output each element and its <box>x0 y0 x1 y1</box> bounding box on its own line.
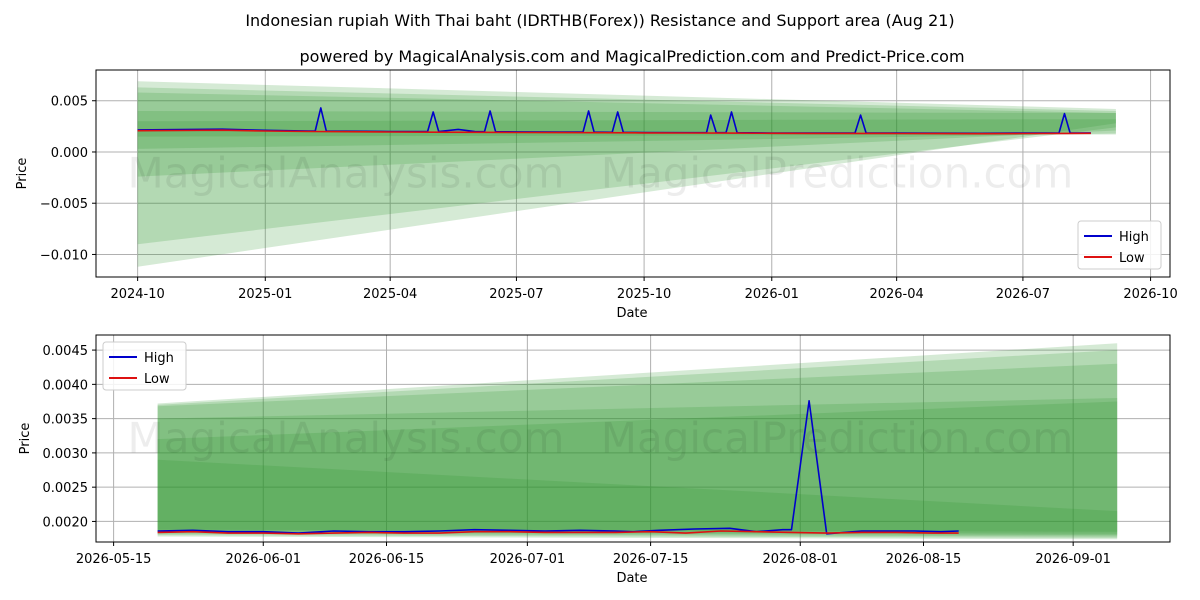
x-tick-label: 2026-08-15 <box>886 552 962 567</box>
figure: Indonesian rupiah With Thai baht (IDRTHB… <box>15 11 1178 586</box>
x-tick-label: 2026-01 <box>745 287 799 302</box>
watermark-right: MagicalPrediction.com <box>601 149 1074 198</box>
watermark-right: MagicalPrediction.com <box>601 414 1074 463</box>
x-tick-label: 2026-06-01 <box>225 552 301 567</box>
x-axis-label: Date <box>616 571 647 586</box>
legend: High Low <box>102 341 187 391</box>
watermark-left: MagicalAnalysis.com <box>128 414 565 463</box>
x-tick-label: 2026-07 <box>996 287 1050 302</box>
upper-chart-panel: MagicalAnalysis.com MagicalPrediction.com… <box>15 69 1178 321</box>
x-tick-label: 2026-07-01 <box>490 552 566 567</box>
y-axis-label: Price <box>15 158 30 190</box>
x-tick-label: 2025-01 <box>238 287 292 302</box>
x-axis-label: Date <box>616 306 647 321</box>
y-tick-label: 0.0020 <box>43 515 89 530</box>
x-tick-label: 2026-09-01 <box>1035 552 1111 567</box>
x-tick-label: 2026-08-01 <box>762 552 838 567</box>
y-tick-label: 0.000 <box>51 146 88 161</box>
y-axis-label: Price <box>18 423 33 455</box>
y-tick-label: 0.0035 <box>43 413 89 428</box>
y-tick-label: 0.0045 <box>43 344 89 359</box>
y-tick-label: 0.0025 <box>43 481 89 496</box>
x-tick-label: 2026-06-15 <box>349 552 425 567</box>
chart-title: Indonesian rupiah With Thai baht (IDRTHB… <box>245 11 954 30</box>
legend: High Low <box>1077 220 1162 270</box>
x-tick-label: 2025-07 <box>489 287 543 302</box>
y-tick-label: −0.010 <box>40 248 88 263</box>
y-tick-label: 0.0040 <box>43 378 89 393</box>
legend-label-high: High <box>144 351 174 366</box>
x-tick-label: 2026-04 <box>869 287 923 302</box>
y-tick-label: −0.005 <box>40 197 88 212</box>
x-tick-label: 2025-10 <box>617 287 671 302</box>
x-tick-label: 2026-05-15 <box>76 552 152 567</box>
legend-label-high: High <box>1119 230 1149 245</box>
x-tick-label: 2026-10 <box>1123 287 1177 302</box>
x-tick-label: 2025-04 <box>363 287 417 302</box>
lower-chart-panel: MagicalAnalysis.com MagicalPrediction.com… <box>18 334 1171 586</box>
y-tick-label: 0.0030 <box>43 447 89 462</box>
chart-subtitle: powered by MagicalAnalysis.com and Magic… <box>299 47 964 66</box>
y-tick-label: 0.005 <box>51 95 88 110</box>
legend-label-low: Low <box>144 372 170 387</box>
x-tick-label: 2026-07-15 <box>613 552 689 567</box>
watermark-left: MagicalAnalysis.com <box>128 149 565 198</box>
x-tick-label: 2024-10 <box>110 287 164 302</box>
legend-label-low: Low <box>1119 251 1145 266</box>
